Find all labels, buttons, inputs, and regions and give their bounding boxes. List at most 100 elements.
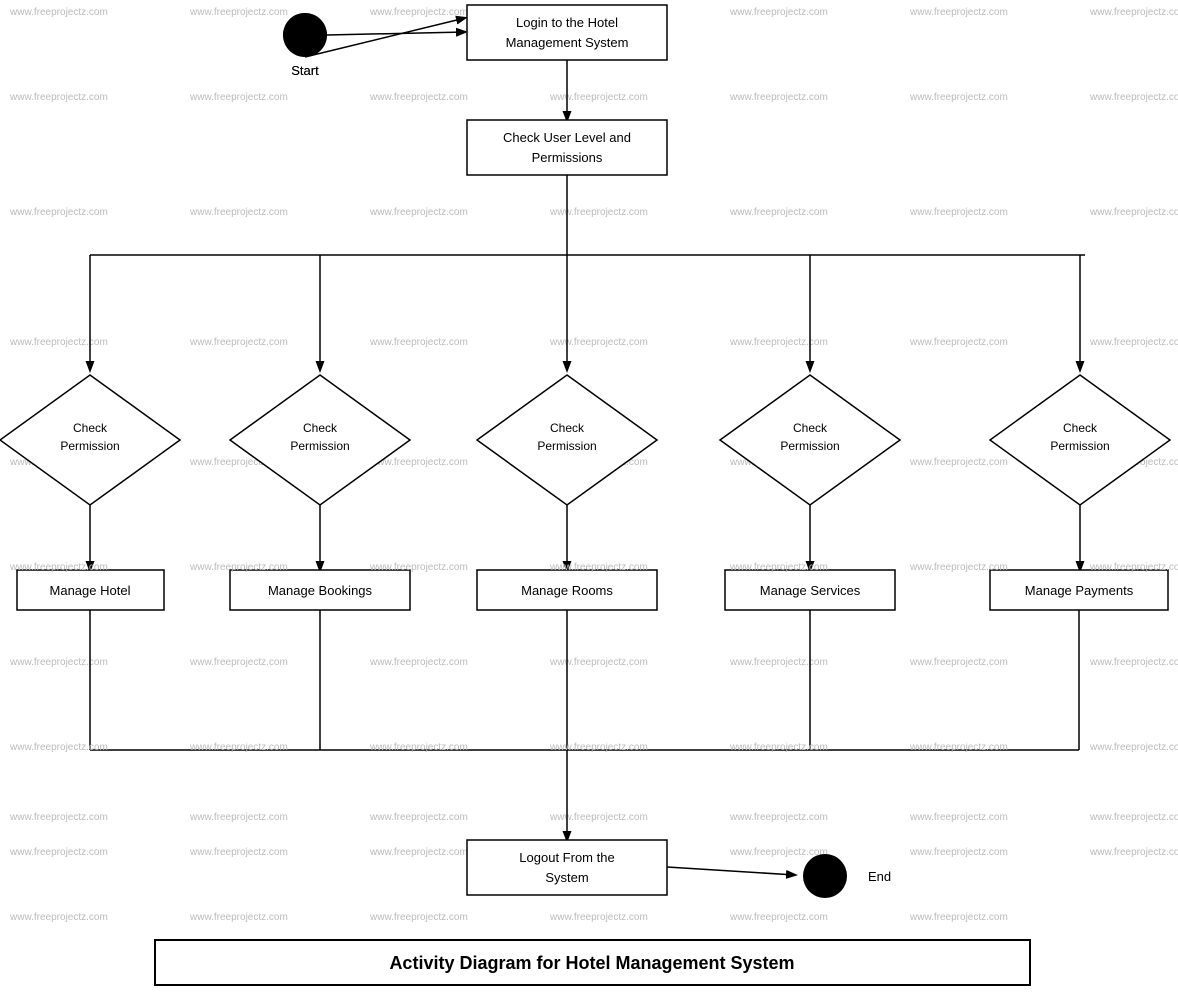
perm4-text1: Check (793, 421, 828, 435)
perm2-text2: Permission (290, 439, 349, 453)
svg-text:www.freeprojectz.com: www.freeprojectz.com (369, 657, 468, 668)
svg-text:www.freeprojectz.com: www.freeprojectz.com (549, 207, 648, 218)
svg-text:www.freeprojectz.com: www.freeprojectz.com (189, 562, 288, 573)
svg-text:www.freeprojectz.com: www.freeprojectz.com (369, 337, 468, 348)
svg-text:www.freeprojectz.com: www.freeprojectz.com (369, 742, 468, 753)
perm3-text1: Check (550, 421, 585, 435)
svg-text:www.freeprojectz.com: www.freeprojectz.com (9, 207, 108, 218)
svg-text:www.freeprojectz.com: www.freeprojectz.com (9, 562, 108, 573)
svg-text:www.freeprojectz.com: www.freeprojectz.com (1089, 562, 1178, 573)
svg-text:www.freeprojectz.com: www.freeprojectz.com (549, 92, 648, 103)
svg-text:www.freeprojectz.com: www.freeprojectz.com (1089, 847, 1178, 858)
svg-text:www.freeprojectz.com: www.freeprojectz.com (729, 92, 828, 103)
svg-text:www.freeprojectz.com: www.freeprojectz.com (549, 562, 648, 573)
svg-text:www.freeprojectz.com: www.freeprojectz.com (369, 7, 468, 18)
perm5-text2: Permission (1050, 439, 1109, 453)
svg-text:www.freeprojectz.com: www.freeprojectz.com (729, 562, 828, 573)
svg-text:www.freeprojectz.com: www.freeprojectz.com (909, 847, 1008, 858)
svg-text:www.freeprojectz.com: www.freeprojectz.com (189, 7, 288, 18)
svg-text:www.freeprojectz.com: www.freeprojectz.com (369, 812, 468, 823)
svg-text:www.freeprojectz.com: www.freeprojectz.com (549, 812, 648, 823)
svg-text:www.freeprojectz.com: www.freeprojectz.com (369, 562, 468, 573)
svg-text:www.freeprojectz.com: www.freeprojectz.com (9, 7, 108, 18)
perm3-text2: Permission (537, 439, 596, 453)
perm1-text1: Check (73, 421, 108, 435)
svg-text:www.freeprojectz.com: www.freeprojectz.com (9, 847, 108, 858)
end-label: End (868, 869, 891, 884)
svg-text:www.freeprojectz.com: www.freeprojectz.com (9, 812, 108, 823)
svg-text:www.freeprojectz.com: www.freeprojectz.com (189, 912, 288, 923)
svg-text:www.freeprojectz.com: www.freeprojectz.com (189, 657, 288, 668)
svg-text:www.freeprojectz.com: www.freeprojectz.com (729, 7, 828, 18)
svg-text:www.freeprojectz.com: www.freeprojectz.com (9, 912, 108, 923)
perm4-text2: Permission (780, 439, 839, 453)
svg-text:www.freeprojectz.com: www.freeprojectz.com (909, 657, 1008, 668)
logout-box (467, 840, 667, 895)
svg-text:www.freeprojectz.com: www.freeprojectz.com (549, 912, 648, 923)
svg-text:www.freeprojectz.com: www.freeprojectz.com (9, 742, 108, 753)
check-user-text1: Check User Level and (503, 130, 631, 145)
svg-text:www.freeprojectz.com: www.freeprojectz.com (189, 847, 288, 858)
svg-text:www.freeprojectz.com: www.freeprojectz.com (1089, 657, 1178, 668)
svg-text:www.freeprojectz.com: www.freeprojectz.com (909, 207, 1008, 218)
svg-text:www.freeprojectz.com: www.freeprojectz.com (189, 207, 288, 218)
svg-text:www.freeprojectz.com: www.freeprojectz.com (1089, 812, 1178, 823)
check-user-box (467, 120, 667, 175)
svg-text:www.freeprojectz.com: www.freeprojectz.com (909, 7, 1008, 18)
check-user-text2: Permissions (532, 150, 603, 165)
svg-text:www.freeprojectz.com: www.freeprojectz.com (369, 207, 468, 218)
manage-services-text: Manage Services (760, 583, 861, 598)
svg-text:www.freeprojectz.com: www.freeprojectz.com (909, 912, 1008, 923)
svg-text:www.freeprojectz.com: www.freeprojectz.com (729, 847, 828, 858)
svg-text:www.freeprojectz.com: www.freeprojectz.com (1089, 7, 1178, 18)
svg-text:www.freeprojectz.com: www.freeprojectz.com (1089, 742, 1178, 753)
svg-text:www.freeprojectz.com: www.freeprojectz.com (729, 912, 828, 923)
svg-text:www.freeprojectz.com: www.freeprojectz.com (549, 657, 648, 668)
svg-text:www.freeprojectz.com: www.freeprojectz.com (729, 657, 828, 668)
svg-text:www.freeprojectz.com: www.freeprojectz.com (909, 562, 1008, 573)
login-box (467, 5, 667, 60)
diagram-title: Activity Diagram for Hotel Management Sy… (389, 953, 794, 973)
manage-payments-text: Manage Payments (1025, 583, 1134, 598)
activity-diagram-svg: www.freeprojectz.com www.freeprojectz.co… (0, 0, 1178, 994)
svg-text:www.freeprojectz.com: www.freeprojectz.com (729, 742, 828, 753)
svg-text:www.freeprojectz.com: www.freeprojectz.com (729, 337, 828, 348)
svg-text:www.freeprojectz.com: www.freeprojectz.com (189, 742, 288, 753)
login-text-line2: Management System (506, 35, 629, 50)
svg-text:www.freeprojectz.com: www.freeprojectz.com (189, 337, 288, 348)
perm2-text1: Check (303, 421, 338, 435)
svg-text:www.freeprojectz.com: www.freeprojectz.com (909, 92, 1008, 103)
svg-text:www.freeprojectz.com: www.freeprojectz.com (9, 657, 108, 668)
svg-text:www.freeprojectz.com: www.freeprojectz.com (729, 812, 828, 823)
svg-text:www.freeprojectz.com: www.freeprojectz.com (189, 812, 288, 823)
start-node (283, 13, 327, 57)
svg-text:www.freeprojectz.com: www.freeprojectz.com (369, 847, 468, 858)
svg-text:www.freeprojectz.com: www.freeprojectz.com (909, 742, 1008, 753)
logout-text1: Logout From the (519, 850, 614, 865)
manage-hotel-text: Manage Hotel (50, 583, 131, 598)
svg-text:www.freeprojectz.com: www.freeprojectz.com (9, 92, 108, 103)
svg-text:www.freeprojectz.com: www.freeprojectz.com (1089, 337, 1178, 348)
svg-text:www.freeprojectz.com: www.freeprojectz.com (909, 457, 1008, 468)
svg-text:www.freeprojectz.com: www.freeprojectz.com (549, 742, 648, 753)
svg-text:www.freeprojectz.com: www.freeprojectz.com (1089, 92, 1178, 103)
svg-text:www.freeprojectz.com: www.freeprojectz.com (549, 337, 648, 348)
manage-rooms-text: Manage Rooms (521, 583, 613, 598)
logout-text2: System (545, 870, 588, 885)
svg-text:www.freeprojectz.com: www.freeprojectz.com (189, 92, 288, 103)
svg-text:www.freeprojectz.com: www.freeprojectz.com (369, 92, 468, 103)
svg-text:www.freeprojectz.com: www.freeprojectz.com (9, 337, 108, 348)
svg-text:www.freeprojectz.com: www.freeprojectz.com (909, 337, 1008, 348)
svg-text:www.freeprojectz.com: www.freeprojectz.com (1089, 207, 1178, 218)
perm5-text1: Check (1063, 421, 1098, 435)
manage-bookings-text: Manage Bookings (268, 583, 373, 598)
end-node (803, 854, 847, 898)
login-text-line1: Login to the Hotel (516, 15, 618, 30)
svg-text:www.freeprojectz.com: www.freeprojectz.com (729, 207, 828, 218)
svg-text:www.freeprojectz.com: www.freeprojectz.com (369, 912, 468, 923)
arrow-logout-to-end (667, 867, 795, 875)
start-label: Start (291, 63, 319, 78)
diagram-area: www.freeprojectz.com www.freeprojectz.co… (0, 0, 1178, 994)
perm1-text2: Permission (60, 439, 119, 453)
svg-text:www.freeprojectz.com: www.freeprojectz.com (909, 812, 1008, 823)
